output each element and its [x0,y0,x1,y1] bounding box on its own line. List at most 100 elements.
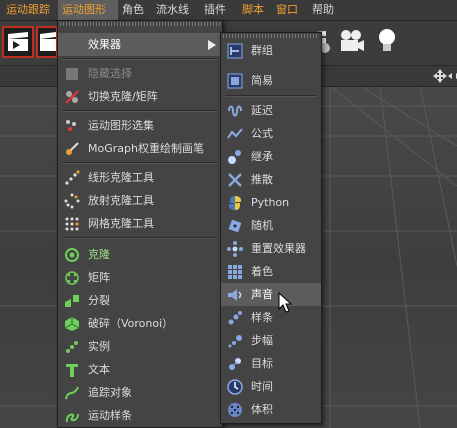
spline-effector-icon [228,311,242,325]
random-effector-icon [228,219,242,233]
menu-item-label: Python [251,196,290,209]
mograph-menu: 效果器 隐藏选择 切换克隆/矩阵 运动图形选集 MoGraph权重绘制画笔 线形… [57,20,223,428]
menu-item-effectors[interactable]: 效果器 [58,33,222,56]
effector-item-target[interactable]: 目标 [221,352,321,375]
menu-item-fracture[interactable]: 分裂 [58,289,222,312]
menu-help[interactable]: 帮助 [308,0,338,20]
effectors-submenu: 群组 简易 延迟 公式 继承 推散 Python 随机 重置效果器 着色 声音 [220,32,322,424]
render-view-button[interactable] [2,26,34,58]
menu-item-text[interactable]: 文本 [58,358,222,381]
effector-item-push-apart[interactable]: 推散 [221,168,321,191]
menu-mograph[interactable]: 运动图形 [58,0,118,20]
menu-item-toggle-clone[interactable]: 切换克隆/矩阵 [58,85,222,108]
step-effector-icon [228,335,242,348]
zoom-icon[interactable] [448,70,457,82]
effector-item-spline[interactable]: 样条 [221,306,321,329]
effector-item-inheritance[interactable]: 继承 [221,145,321,168]
hide-selection-icon [66,68,78,80]
menu-item-label: 矩阵 [88,271,110,284]
move-icon[interactable] [433,69,447,83]
menu-tear-off[interactable] [60,22,220,26]
menu-motion-tracking[interactable]: 运动跟踪 [2,0,54,20]
effector-item-reeffector[interactable]: 重置效果器 [221,237,321,260]
shader-effector-icon [228,265,242,279]
camera-button[interactable] [336,26,368,58]
camera-icon [341,30,364,51]
push-apart-effector-icon [228,173,242,187]
menu-item-label: 目标 [251,357,273,370]
menu-item-label: 着色 [251,265,273,278]
light-button[interactable] [372,26,404,58]
menu-item-tracer[interactable]: 追踪对象 [58,381,222,404]
linear-clone-icon [65,170,80,185]
menu-item-linear-clone-tool[interactable]: 线形克隆工具 [58,166,222,189]
menu-window[interactable]: 窗口 [272,0,302,20]
menu-item-label: 文本 [88,363,110,376]
reeffector-icon [227,241,243,257]
effector-item-shader[interactable]: 着色 [221,260,321,283]
light-bulb-icon [379,29,395,51]
sound-effector-icon [228,289,242,301]
menu-plugins[interactable]: 插件 [200,0,230,20]
menu-tear-off[interactable] [223,34,319,38]
effector-item-volume[interactable]: 体积 [221,398,321,421]
menu-item-label: 声音 [251,288,273,301]
menu-item-label: 破碎（Voronoi） [88,317,174,330]
effector-item-plain[interactable]: 简易 [221,69,321,92]
menu-item-label: 简易 [251,74,273,87]
plain-effector-icon [227,73,243,89]
menubar: 运动跟踪 运动图形 角色 流水线 插件 脚本 窗口 帮助 [0,0,457,21]
motion-spline-icon [65,413,79,423]
target-effector-icon [229,358,241,370]
menu-item-grid-clone-tool[interactable]: 网格克隆工具 [58,212,222,235]
effector-item-python[interactable]: Python [221,191,321,214]
effector-item-delay[interactable]: 延迟 [221,99,321,122]
cloner-icon [65,248,79,262]
menu-separator [62,237,218,239]
menu-item-instance[interactable]: 实例 [58,335,222,358]
effector-item-group[interactable]: 群组 [221,39,321,62]
menu-item-label: 推散 [251,173,273,186]
effector-item-step[interactable]: 步幅 [221,329,321,352]
menu-item-label: 继承 [251,150,273,163]
menu-item-label: 公式 [251,127,273,140]
text-icon [66,364,78,377]
time-effector-icon [227,379,243,395]
effector-item-formula[interactable]: 公式 [221,122,321,145]
menu-item-cloner[interactable]: 克隆 [58,243,222,266]
submenu-arrow-icon [208,40,216,50]
menu-item-label: 运动样条 [88,409,132,422]
menu-script[interactable]: 脚本 [238,0,268,20]
menu-item-label: 切换克隆/矩阵 [88,90,158,103]
inheritance-effector-icon [228,150,241,164]
render-button[interactable] [36,26,58,58]
menu-item-voronoi-fracture[interactable]: 破碎（Voronoi） [58,312,222,335]
clapper-icon [40,32,56,51]
menu-item-hide-selection[interactable]: 隐藏选择 [58,62,222,85]
python-effector-icon [228,196,242,210]
menu-separator [225,95,317,97]
mouse-cursor-icon [278,292,292,313]
menu-pipeline[interactable]: 流水线 [152,0,193,20]
menu-item-label: 网格克隆工具 [88,217,154,230]
menu-character[interactable]: 角色 [118,0,148,20]
effector-item-time[interactable]: 时间 [221,375,321,398]
menu-item-label: MoGraph权重绘制画笔 [88,142,204,155]
tracer-icon [65,386,79,400]
menu-separator [62,162,218,164]
menu-item-label: 重置效果器 [251,242,306,255]
radial-clone-icon [64,193,80,209]
menu-item-motion-spline[interactable]: 运动样条 [58,404,222,427]
effector-item-random[interactable]: 随机 [221,214,321,237]
mograph-selection-icon [66,120,76,131]
matrix-icon [65,271,79,285]
volume-effector-icon [228,403,242,417]
menu-item-label: 线形克隆工具 [88,171,154,184]
menu-item-weight-paint[interactable]: MoGraph权重绘制画笔 [58,137,222,160]
menu-item-label: 群组 [251,44,273,57]
menu-separator [62,58,218,60]
effector-item-sound[interactable]: 声音 [221,283,321,306]
menu-item-radial-clone-tool[interactable]: 放射克隆工具 [58,189,222,212]
menu-item-mograph-selection[interactable]: 运动图形选集 [58,114,222,137]
menu-item-matrix[interactable]: 矩阵 [58,266,222,289]
